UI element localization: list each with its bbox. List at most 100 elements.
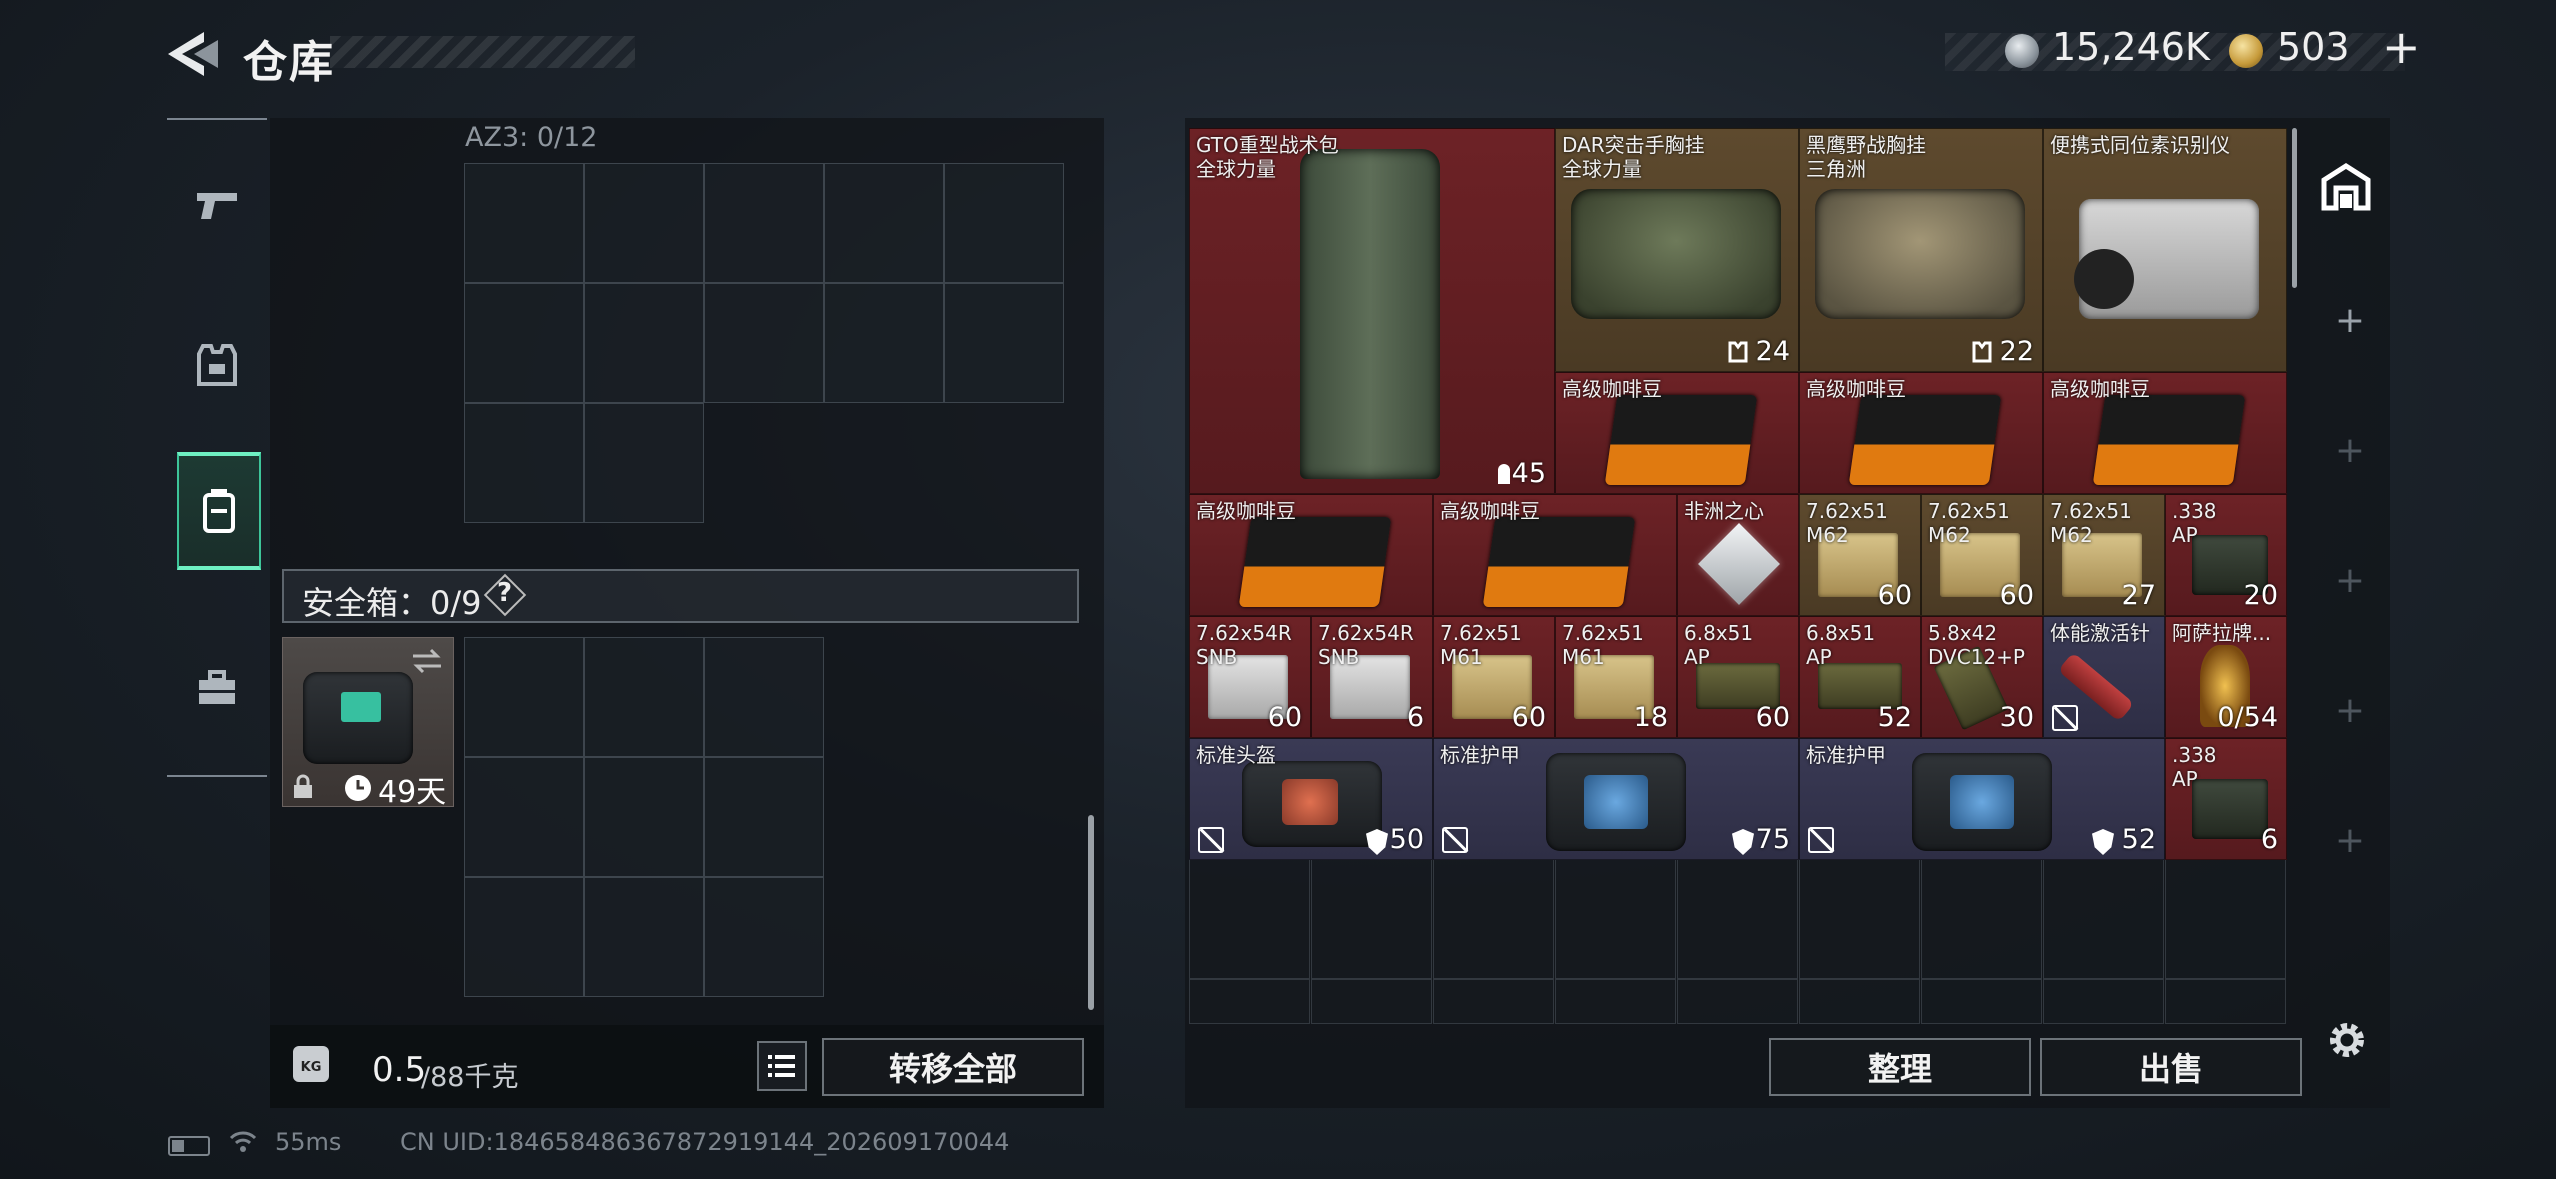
add-storage-tab-button[interactable]: +: [2330, 560, 2370, 601]
item-ammo-762x51-m61[interactable]: 7.62x51 M61 18: [1555, 616, 1677, 738]
storage-empty-slot[interactable]: [1189, 857, 1310, 979]
add-storage-tab-button[interactable]: +: [2330, 690, 2370, 731]
storage-empty-slot[interactable]: [1677, 979, 1798, 1024]
az3-slot[interactable]: [584, 403, 704, 523]
item-standard-armor[interactable]: 标准护甲 75: [1433, 738, 1799, 860]
storage-tab-main[interactable]: [2318, 160, 2374, 216]
item-heart-of-africa[interactable]: 非洲之心: [1677, 494, 1799, 616]
az3-slot[interactable]: [944, 163, 1064, 283]
item-ammo-58x42-dvc12p[interactable]: 5.8x42 DVC12+P 30: [1921, 616, 2043, 738]
az3-slot[interactable]: [464, 403, 584, 523]
storage-empty-slot[interactable]: [1555, 857, 1676, 979]
safe-slot[interactable]: [464, 637, 584, 757]
left-scrollbar[interactable]: [1088, 815, 1094, 1010]
add-storage-tab-button[interactable]: +: [2330, 820, 2370, 861]
az3-slot[interactable]: [464, 283, 584, 403]
storage-empty-slot[interactable]: [1311, 857, 1432, 979]
nav-tab-toolbox[interactable]: [177, 633, 257, 743]
item-dar-chest-rig[interactable]: DAR突击手胸挂 全球力量 24: [1555, 128, 1799, 372]
item-name: 7.62x51 M62: [1806, 499, 1888, 547]
gear-icon: [2330, 1023, 2364, 1057]
nav-tab-backpack[interactable]: [177, 452, 261, 570]
az3-slot[interactable]: [824, 283, 944, 403]
item-ammo-762x54r-snb[interactable]: 7.62x54R SNB 6: [1311, 616, 1433, 738]
storage-empty-slot[interactable]: [1433, 979, 1554, 1024]
sort-button[interactable]: 整理: [1769, 1038, 2031, 1096]
item-ammo-762x51-m62[interactable]: 7.62x51 M62 27: [2043, 494, 2165, 616]
item-name: 7.62x51 M62: [2050, 499, 2132, 547]
silver-amount: 15,246K: [2052, 25, 2210, 69]
az3-slot[interactable]: [704, 163, 824, 283]
az3-slot[interactable]: [584, 283, 704, 403]
gold-coin-icon: [2229, 34, 2263, 68]
storage-empty-slot[interactable]: [1311, 979, 1432, 1024]
safe-box-screen: [341, 692, 381, 722]
nav-tab-weapon[interactable]: [177, 150, 257, 260]
storage-empty-slot[interactable]: [1433, 857, 1554, 979]
safe-slot[interactable]: [464, 757, 584, 877]
safe-slot[interactable]: [704, 877, 824, 997]
item-coffee-beans[interactable]: 高级咖啡豆: [1433, 494, 1677, 616]
safe-slot[interactable]: [704, 757, 824, 877]
item-standard-armor[interactable]: 标准护甲 52: [1799, 738, 2165, 860]
storage-empty-slot[interactable]: [1189, 979, 1310, 1024]
item-ammo-762x51-m62[interactable]: 7.62x51 M62 60: [1799, 494, 1921, 616]
storage-empty-slot[interactable]: [1921, 979, 2042, 1024]
storage-empty-slot[interactable]: [1677, 857, 1798, 979]
item-asala-card[interactable]: 阿萨拉牌... 0/54: [2165, 616, 2287, 738]
item-name: 标准护甲: [1440, 743, 1520, 767]
item-stim-injector[interactable]: 体能激活针: [2043, 616, 2165, 738]
transfer-all-button[interactable]: 转移全部: [822, 1038, 1084, 1096]
item-standard-helmet[interactable]: 标准头盔 50: [1189, 738, 1433, 860]
add-storage-tab-button[interactable]: +: [2330, 430, 2370, 471]
safe-slot[interactable]: [704, 637, 824, 757]
item-name: 7.62x54R SNB: [1196, 621, 1292, 669]
page-title: 仓库: [243, 37, 335, 88]
item-coffee-beans[interactable]: 高级咖啡豆: [1799, 372, 2043, 494]
safe-slot[interactable]: [584, 757, 704, 877]
safe-slot[interactable]: [584, 877, 704, 997]
add-currency-button[interactable]: +: [2382, 20, 2421, 74]
item-ammo-68x51-ap[interactable]: 6.8x51 AP 52: [1799, 616, 1921, 738]
item-coffee-beans[interactable]: 高级咖啡豆: [1189, 494, 1433, 616]
item-ammo-68x51-ap[interactable]: 6.8x51 AP 60: [1677, 616, 1799, 738]
item-coffee-beans[interactable]: 高级咖啡豆: [2043, 372, 2287, 494]
item-ammo-762x51-m62[interactable]: 7.62x51 M62 60: [1921, 494, 2043, 616]
item-gto-backpack[interactable]: GTO重型战术包 全球力量 45: [1189, 128, 1555, 494]
item-isotope-scanner[interactable]: 便携式同位素识别仪: [2043, 128, 2287, 372]
item-ammo-338-ap[interactable]: .338 AP 20: [2165, 494, 2287, 616]
storage-empty-slot[interactable]: [2165, 979, 2286, 1024]
storage-empty-slot[interactable]: [2165, 857, 2286, 979]
item-qty: 22: [1999, 336, 2034, 367]
list-view-button[interactable]: [757, 1041, 807, 1091]
storage-scrollbar[interactable]: [2292, 128, 2297, 288]
item-name: 6.8x51 AP: [1684, 621, 1754, 669]
storage-empty-slot[interactable]: [1799, 857, 1920, 979]
item-blackhawk-chest-rig[interactable]: 黑鹰野战胸挂 三角洲 22: [1799, 128, 2043, 372]
az3-slot[interactable]: [464, 163, 584, 283]
item-ammo-338-ap[interactable]: .338 AP 6: [2165, 738, 2287, 860]
az3-slot[interactable]: [704, 283, 824, 403]
settings-button[interactable]: [2323, 1016, 2371, 1064]
back-button[interactable]: [160, 26, 220, 82]
storage-empty-slot[interactable]: [1555, 979, 1676, 1024]
item-name: 便携式同位素识别仪: [2050, 133, 2230, 157]
item-coffee-beans[interactable]: 高级咖啡豆: [1555, 372, 1799, 494]
safe-slot[interactable]: [584, 637, 704, 757]
sell-button[interactable]: 出售: [2040, 1038, 2302, 1096]
item-ammo-762x54r-snb[interactable]: 7.62x54R SNB 60: [1189, 616, 1311, 738]
az3-slot[interactable]: [584, 163, 704, 283]
item-name: 非洲之心: [1684, 499, 1764, 523]
item-ammo-762x51-m61[interactable]: 7.62x51 M61 60: [1433, 616, 1555, 738]
az3-slot[interactable]: [944, 283, 1064, 403]
storage-empty-slot[interactable]: [2043, 979, 2164, 1024]
add-storage-tab-button[interactable]: +: [2330, 300, 2370, 341]
back-arrow-icon: [168, 32, 218, 76]
storage-empty-slot[interactable]: [2043, 857, 2164, 979]
storage-empty-slot[interactable]: [1921, 857, 2042, 979]
safe-slot[interactable]: [464, 877, 584, 997]
storage-empty-slot[interactable]: [1799, 979, 1920, 1024]
swap-icon[interactable]: [411, 648, 443, 674]
nav-tab-armor[interactable]: [177, 310, 257, 420]
az3-slot[interactable]: [824, 163, 944, 283]
